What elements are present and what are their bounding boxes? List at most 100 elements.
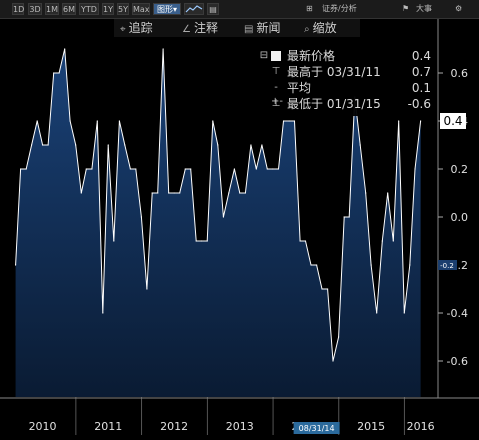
legend-value: -0.6	[407, 97, 431, 111]
data-point	[195, 240, 197, 242]
data-point	[146, 288, 148, 290]
range-button-6m[interactable]: 6M	[62, 3, 76, 15]
data-point	[41, 144, 44, 146]
collapse-icon: ⊟	[259, 50, 269, 61]
track-button[interactable]: ⌖ 追踪	[120, 20, 153, 36]
data-point	[304, 240, 307, 242]
legend-row-high[interactable]: ⊤ 最高于 03/31/11 0.7	[255, 65, 435, 79]
y-tick-label: -0.4	[447, 307, 468, 320]
data-point	[201, 240, 203, 242]
data-point	[266, 168, 268, 170]
data-point	[102, 312, 104, 314]
data-point	[184, 168, 186, 170]
news-button[interactable]: ▤ 新闻	[244, 20, 280, 36]
range-button-1m[interactable]: 1M	[45, 3, 59, 15]
data-point	[381, 240, 383, 242]
zoom-label: 缩放	[312, 21, 337, 35]
annotate-label: 注释	[193, 21, 218, 35]
data-point	[96, 120, 98, 122]
annotate-button[interactable]: ∠ 注释	[182, 20, 218, 36]
events-link[interactable]: 大事	[416, 3, 432, 15]
data-point	[250, 144, 252, 146]
range-button-ytd[interactable]: YTD	[79, 3, 99, 15]
legend: ⊟ 最新价格 0.4 ⊤ 最高于 03/31/11 0.7 -+- 平均 0.1…	[255, 46, 435, 116]
data-point	[272, 168, 274, 170]
annotation-toolbar: ⌖ 追踪 ∠ 注释 ▤ 新闻 ⌕ 缩放	[114, 19, 360, 37]
data-point	[173, 192, 175, 194]
magnifier-icon: ⌕	[304, 24, 310, 35]
toolbar: 1D 3D 1M 6M YTD 1Y 5Y Max 图形▾ ▤ ⊞ 证券/分析 …	[0, 0, 479, 19]
data-point	[53, 72, 55, 74]
legend-value: 0.1	[411, 81, 431, 95]
x-tick-label: 2011	[94, 420, 122, 433]
legend-row-average[interactable]: -+- 平均 0.1	[255, 81, 435, 107]
x-tick-label: 2016	[407, 420, 435, 433]
y-tick-label: -0.6	[447, 355, 468, 368]
security-analysis-link[interactable]: 证券/分析	[322, 3, 357, 15]
data-point	[91, 168, 93, 170]
range-button-max[interactable]: Max	[132, 3, 150, 15]
data-point	[261, 144, 263, 146]
data-point	[30, 144, 33, 146]
data-point	[288, 120, 290, 122]
low-marker-icon: ⊥	[271, 98, 281, 109]
data-point	[293, 120, 296, 122]
data-point	[310, 264, 312, 266]
legend-label: 最新价格	[287, 49, 336, 63]
x-tick-label: 2013	[226, 420, 254, 433]
filled-square-icon	[271, 51, 281, 61]
data-point	[326, 288, 329, 290]
range-button-1d[interactable]: 1D	[12, 3, 24, 15]
table-icon[interactable]: ▤	[207, 3, 219, 15]
data-point	[140, 216, 142, 218]
data-point	[168, 192, 170, 194]
data-point	[25, 168, 27, 170]
legend-label: 最高于 03/31/11	[287, 65, 381, 79]
news-label: 新闻	[256, 21, 281, 35]
data-point	[113, 240, 115, 242]
cursor-date-text: 08/31/14	[299, 424, 335, 433]
legend-row-low[interactable]: ⊥ 最低于 01/31/15 -0.6	[255, 97, 435, 111]
zoom-button[interactable]: ⌕ 缩放	[304, 20, 337, 36]
x-tick-label: 2015	[357, 420, 385, 433]
crosshair-icon: ⌖	[120, 24, 126, 35]
data-point	[387, 192, 389, 194]
data-point	[420, 120, 422, 122]
range-button-3d[interactable]: 3D	[28, 3, 42, 15]
track-label: 追踪	[128, 21, 153, 35]
data-point	[80, 192, 82, 194]
legend-row-last-price[interactable]: ⊟ 最新价格 0.4	[255, 49, 435, 63]
data-point	[332, 360, 334, 362]
data-point	[365, 192, 367, 194]
data-point	[58, 72, 60, 74]
data-point	[277, 168, 280, 170]
gear-icon[interactable]: ⚙	[455, 3, 462, 15]
data-point	[85, 168, 87, 170]
avg-badge-text: -0.2	[440, 262, 454, 270]
data-point	[348, 216, 350, 218]
security-analysis-icon[interactable]: ⊞	[306, 3, 313, 15]
data-point	[359, 144, 361, 146]
data-point	[69, 120, 71, 122]
data-point	[36, 120, 38, 122]
line-chart-icon[interactable]	[184, 3, 204, 15]
data-point	[337, 336, 340, 338]
range-button-1y[interactable]: 1Y	[102, 3, 114, 15]
chart-type-dropdown[interactable]: 图形▾	[153, 3, 181, 15]
flag-icon[interactable]: ⚑	[402, 3, 409, 15]
x-tick-label: 2012	[160, 420, 188, 433]
range-button-5y[interactable]: 5Y	[117, 3, 129, 15]
data-point	[20, 168, 22, 170]
legend-value: 0.7	[411, 65, 431, 79]
pencil-icon: ∠	[182, 24, 191, 35]
y-tick-label: 0.6	[451, 67, 469, 80]
data-point	[162, 48, 164, 50]
data-point	[151, 192, 153, 194]
legend-label: 最低于 01/31/15	[287, 97, 381, 111]
last-value-badge-text: 0.4	[443, 114, 462, 128]
data-point	[190, 168, 192, 170]
data-point	[14, 264, 17, 266]
data-point	[316, 264, 318, 266]
data-point	[398, 120, 400, 122]
data-point	[124, 144, 126, 146]
